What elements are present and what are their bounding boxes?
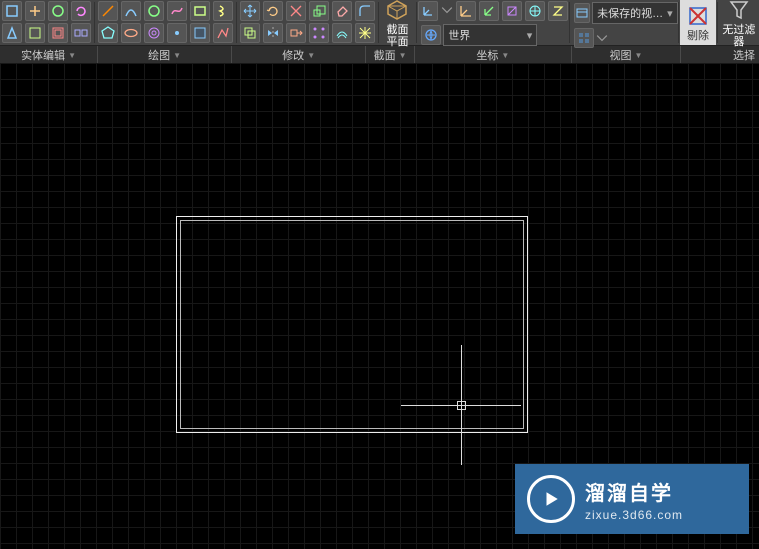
- panel-title-view[interactable]: 视图▼: [572, 46, 681, 64]
- watermark: 溜溜自学 zixue.3d66.com: [515, 464, 749, 534]
- icon-ucs-z[interactable]: [548, 1, 568, 21]
- icon-point[interactable]: [167, 23, 187, 43]
- icon-ucs[interactable]: [418, 1, 438, 21]
- group-modify: [238, 0, 377, 45]
- icon-explode[interactable]: [355, 23, 375, 43]
- panel-title-clip: [681, 46, 729, 64]
- group-coords: 世界 ▾: [418, 0, 568, 45]
- icon-separate[interactable]: [71, 23, 91, 43]
- icon-erase[interactable]: [332, 1, 352, 21]
- section-plane-icon: [385, 0, 409, 22]
- icon-spline[interactable]: [167, 1, 187, 21]
- icon-offset[interactable]: [332, 23, 352, 43]
- icon-helix[interactable]: [213, 1, 233, 21]
- view-name-value: 未保存的视…: [597, 5, 663, 21]
- section-plane-button[interactable]: 截面平面: [379, 0, 415, 45]
- icon-polygon[interactable]: [98, 23, 118, 43]
- group-view: 未保存的视… ▾: [571, 0, 677, 45]
- panel-title-coords[interactable]: 坐标▼: [415, 46, 572, 64]
- ribbon: 截面平面 世界 ▾: [0, 0, 759, 46]
- icon-ellipse[interactable]: [121, 23, 141, 43]
- icon-rotate-face[interactable]: [71, 1, 91, 21]
- clip-icon: [686, 4, 710, 28]
- panel-title-solid-edit[interactable]: 实体编辑▼: [0, 46, 98, 64]
- watermark-url: zixue.3d66.com: [585, 508, 683, 522]
- icon-rect[interactable]: [190, 1, 210, 21]
- drawing-canvas[interactable]: 溜溜自学 zixue.3d66.com: [0, 63, 759, 549]
- no-filter-button[interactable]: 无过滤器: [719, 0, 759, 45]
- group-solid-edit: [0, 0, 93, 45]
- icon-rotate[interactable]: [263, 1, 283, 21]
- icon-named-ucs[interactable]: [421, 25, 441, 45]
- icon-move-face[interactable]: [25, 1, 45, 21]
- icon-3dpoly[interactable]: [213, 23, 233, 43]
- icon-arc[interactable]: [121, 1, 141, 21]
- icon-array[interactable]: [309, 23, 329, 43]
- panel-title-draw[interactable]: 绘图▼: [98, 46, 232, 64]
- icon-ucs-view[interactable]: [525, 1, 545, 21]
- icon-trim[interactable]: [286, 1, 306, 21]
- icon-solid-dropdown[interactable]: [25, 23, 45, 43]
- clip-label: 剔除: [687, 30, 709, 42]
- icon-move[interactable]: [240, 1, 260, 21]
- ucs-dropdown-icon[interactable]: [441, 1, 453, 19]
- chevron-down-icon: ▾: [523, 29, 533, 42]
- icon-line[interactable]: [98, 1, 118, 21]
- chevron-down-icon: ▼: [307, 51, 315, 60]
- play-icon: [527, 475, 575, 523]
- chevron-down-icon: ▼: [501, 51, 509, 60]
- icon-copy[interactable]: [240, 23, 260, 43]
- ucs-name-combo[interactable]: 世界 ▾: [443, 24, 537, 46]
- rectangle-inner[interactable]: [180, 220, 524, 429]
- chevron-down-icon: ▼: [68, 51, 76, 60]
- view-name-combo[interactable]: 未保存的视… ▾: [592, 2, 678, 24]
- icon-fillet[interactable]: [355, 1, 375, 21]
- icon-stretch[interactable]: [286, 23, 306, 43]
- icon-scale[interactable]: [309, 1, 329, 21]
- panel-title-select[interactable]: 选择: [729, 46, 759, 64]
- filter-icon: [727, 0, 751, 22]
- icon-extrude-face[interactable]: [2, 1, 22, 21]
- chevron-down-icon: ▼: [635, 51, 643, 60]
- view-dropdown-icon[interactable]: [596, 29, 608, 47]
- icon-named-views[interactable]: [574, 3, 590, 23]
- ucs-name-value: 世界: [448, 27, 470, 43]
- icon-shell[interactable]: [48, 23, 68, 43]
- group-draw: [96, 0, 235, 45]
- icon-circle[interactable]: [144, 1, 164, 21]
- chevron-down-icon: ▾: [663, 7, 673, 20]
- clip-button[interactable]: 剔除: [680, 0, 716, 45]
- watermark-title: 溜溜自学: [585, 477, 683, 506]
- no-filter-label: 无过滤器: [721, 24, 757, 48]
- panel-title-section[interactable]: 截面▼: [366, 46, 415, 64]
- icon-ucs-obj[interactable]: [502, 1, 522, 21]
- section-plane-label: 截面平面: [386, 24, 408, 48]
- chevron-down-icon: ▼: [173, 51, 181, 60]
- icon-taper-face[interactable]: [2, 23, 22, 43]
- icon-offset-face[interactable]: [48, 1, 68, 21]
- icon-region[interactable]: [190, 23, 210, 43]
- panel-title-modify[interactable]: 修改▼: [232, 46, 366, 64]
- icon-view-manager[interactable]: [574, 28, 594, 48]
- icon-ucs-prev[interactable]: [479, 1, 499, 21]
- icon-ucs-world[interactable]: [456, 1, 476, 21]
- icon-donut[interactable]: [144, 23, 164, 43]
- chevron-down-icon: ▼: [399, 51, 407, 60]
- icon-mirror[interactable]: [263, 23, 283, 43]
